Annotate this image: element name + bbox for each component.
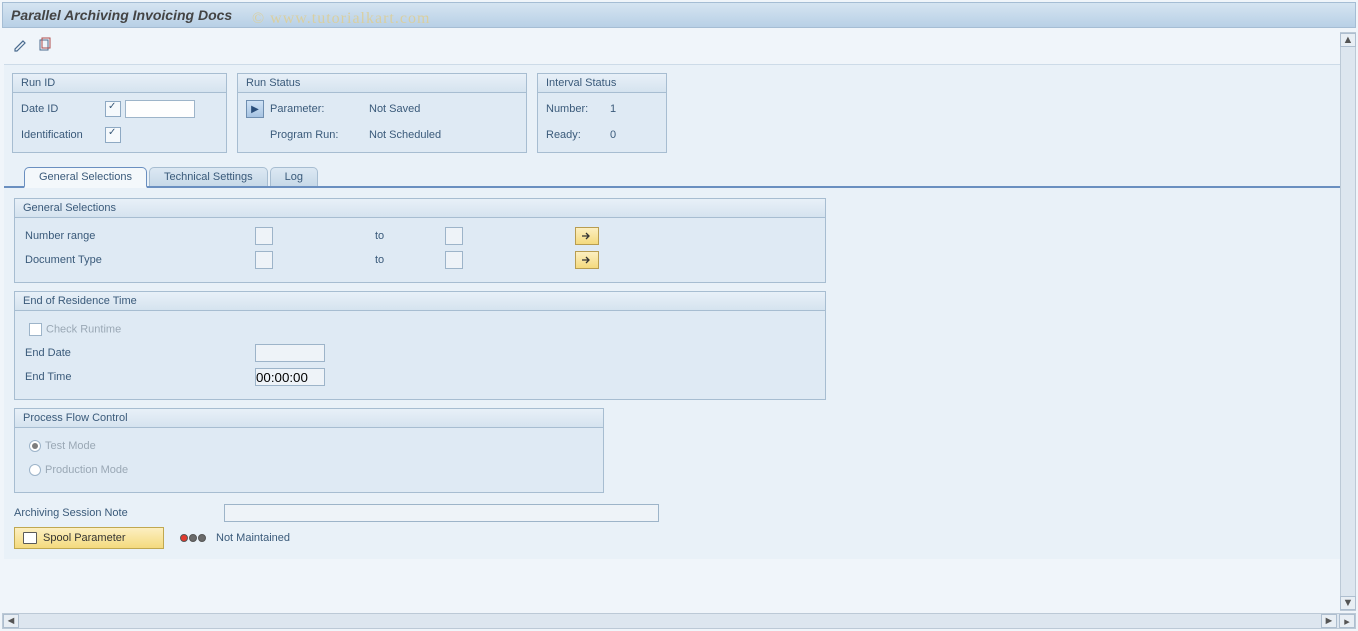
date-id-label: Date ID	[21, 103, 101, 115]
spool-parameter-button[interactable]: Spool Parameter	[14, 527, 164, 549]
end-of-residence-title: End of Residence Time	[15, 292, 825, 311]
program-run-label: Program Run:	[270, 129, 365, 141]
horizontal-scrollbar[interactable]: ◄ ► ▸	[2, 613, 1356, 629]
page-title: Parallel Archiving Invoicing Docs	[11, 7, 232, 23]
end-date-label: End Date	[25, 347, 255, 359]
general-selections-title: General Selections	[15, 199, 825, 218]
window-title-bar: Parallel Archiving Invoicing Docs	[2, 2, 1356, 28]
copy-icon[interactable]	[36, 36, 54, 54]
process-flow-group: Process Flow Control Test Mode Productio…	[14, 408, 604, 493]
number-range-label: Number range	[25, 230, 255, 242]
production-mode-label: Production Mode	[45, 464, 128, 476]
parameter-label: Parameter:	[270, 103, 365, 115]
number-range-from-input[interactable]	[255, 227, 273, 245]
document-type-multiselect-button[interactable]	[575, 251, 599, 269]
vertical-scrollbar[interactable]: ▲ ▼	[1340, 32, 1356, 611]
parameter-value: Not Saved	[369, 103, 420, 115]
number-range-to-input[interactable]	[445, 227, 463, 245]
toolbar: © www.tutorialkart.com	[2, 30, 1356, 60]
traffic-light-icon	[180, 534, 206, 542]
tab-general-selections[interactable]: General Selections	[24, 167, 147, 188]
scroll-left-button[interactable]: ◄	[3, 614, 19, 628]
scroll-down-button[interactable]: ▼	[1340, 596, 1356, 610]
test-mode-radio[interactable]	[29, 440, 41, 452]
check-runtime-checkbox[interactable]	[29, 323, 42, 336]
top-panels-row: Run ID Date ID Identification Run Status…	[4, 65, 1354, 161]
date-id-input[interactable]	[125, 100, 195, 118]
interval-number-value: 1	[610, 103, 616, 115]
tab-technical-settings[interactable]: Technical Settings	[149, 167, 268, 186]
interval-status-panel: Interval Status Number: 1 Ready: 0	[537, 73, 667, 153]
document-type-label: Document Type	[25, 254, 255, 266]
run-id-header: Run ID	[13, 74, 226, 93]
scroll-right-button[interactable]: ►	[1321, 614, 1337, 628]
number-range-to-label: to	[375, 230, 445, 242]
production-mode-radio[interactable]	[29, 464, 41, 476]
scroll-right-end-button[interactable]: ▸	[1339, 614, 1355, 628]
run-status-panel: Run Status ▶ Parameter: Not Saved Progra…	[237, 73, 527, 153]
test-mode-label: Test Mode	[45, 440, 96, 452]
tab-log[interactable]: Log	[270, 167, 318, 186]
interval-ready-value: 0	[610, 129, 616, 141]
document-type-to-label: to	[375, 254, 445, 266]
not-maintained-label: Not Maintained	[216, 532, 290, 544]
end-time-input[interactable]	[255, 368, 325, 386]
end-time-label: End Time	[25, 371, 255, 383]
interval-status-header: Interval Status	[538, 74, 666, 93]
tab-strip: General Selections Technical Settings Lo…	[4, 165, 1354, 188]
tab-content: General Selections Number range to Docum…	[4, 188, 1354, 559]
document-type-to-input[interactable]	[445, 251, 463, 269]
main-content-area: Run ID Date ID Identification Run Status…	[4, 64, 1354, 559]
process-flow-title: Process Flow Control	[15, 409, 603, 428]
identification-selector-icon[interactable]	[105, 127, 121, 143]
date-id-selector-icon[interactable]	[105, 101, 121, 117]
document-type-from-input[interactable]	[255, 251, 273, 269]
program-run-value: Not Scheduled	[369, 129, 441, 141]
execute-icon[interactable]: ▶	[246, 100, 264, 118]
end-of-residence-group: End of Residence Time Check Runtime End …	[14, 291, 826, 400]
archiving-session-note-label: Archiving Session Note	[14, 507, 224, 519]
interval-number-label: Number:	[546, 103, 606, 115]
edit-icon[interactable]	[12, 36, 30, 54]
run-status-header: Run Status	[238, 74, 526, 93]
identification-label: Identification	[21, 129, 101, 141]
scroll-up-button[interactable]: ▲	[1340, 33, 1356, 47]
run-id-panel: Run ID Date ID Identification	[12, 73, 227, 153]
archiving-session-note-input[interactable]	[224, 504, 659, 522]
general-selections-group: General Selections Number range to Docum…	[14, 198, 826, 283]
printer-icon	[23, 532, 37, 544]
interval-ready-label: Ready:	[546, 129, 606, 141]
end-date-input[interactable]	[255, 344, 325, 362]
number-range-multiselect-button[interactable]	[575, 227, 599, 245]
spool-parameter-label: Spool Parameter	[43, 532, 126, 544]
check-runtime-label: Check Runtime	[46, 323, 121, 335]
